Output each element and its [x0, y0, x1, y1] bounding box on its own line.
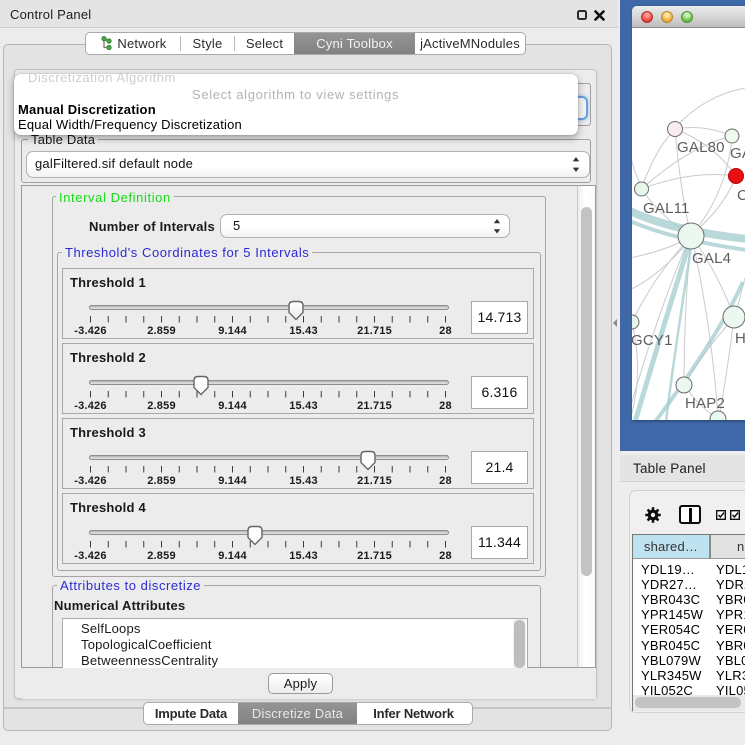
- svg-text:GAL80: GAL80: [677, 139, 725, 156]
- svg-text:GAL4: GAL4: [692, 250, 731, 267]
- svg-text:GCY1: GCY1: [632, 332, 673, 349]
- svg-text:GA: GA: [730, 145, 745, 162]
- svg-text:GAL11: GAL11: [643, 200, 690, 217]
- svg-text:HAP2: HAP2: [685, 395, 725, 412]
- svg-text:C: C: [737, 187, 745, 204]
- svg-text:H: H: [735, 330, 745, 347]
